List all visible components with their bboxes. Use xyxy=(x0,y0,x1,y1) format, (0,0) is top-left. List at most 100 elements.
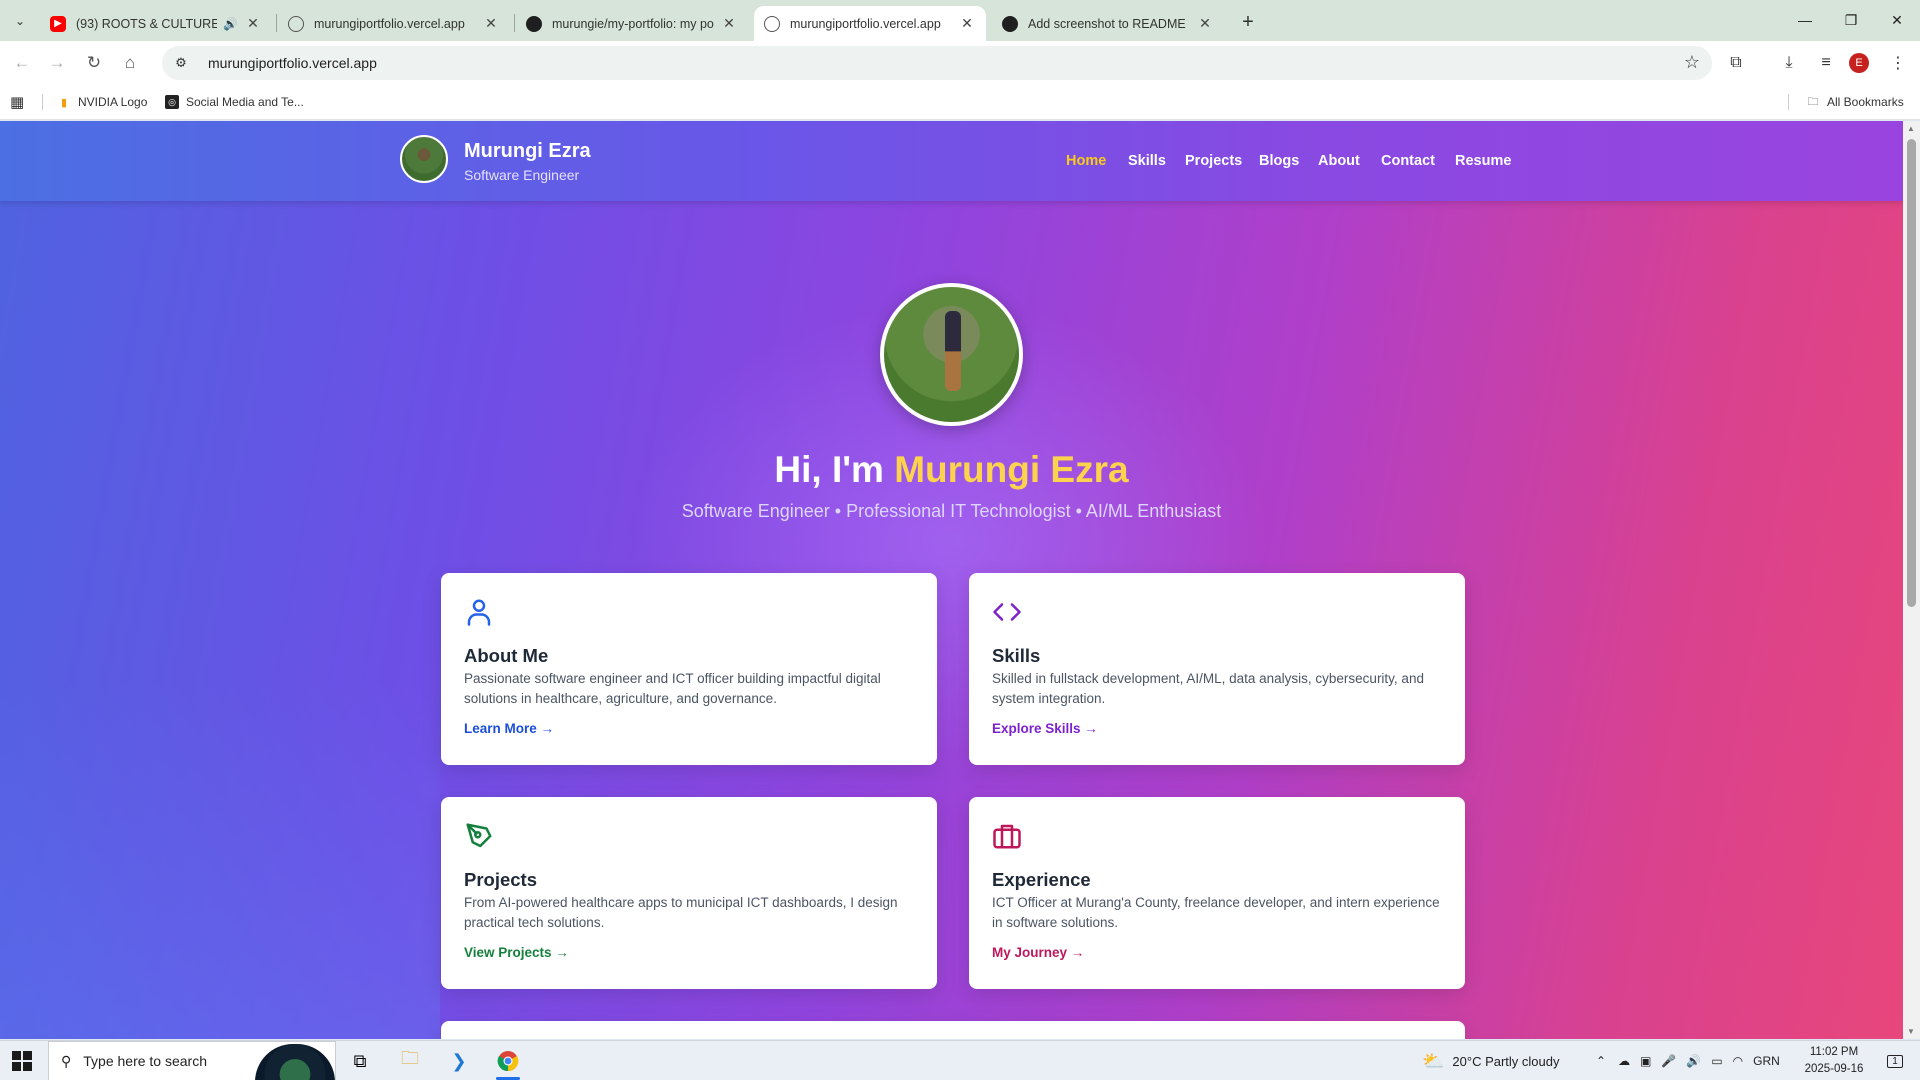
view-projects-link[interactable]: View Projects → xyxy=(464,945,569,960)
forward-arrow-icon[interactable]: → xyxy=(43,49,71,77)
weather-text: 20°C Partly cloudy xyxy=(1452,1053,1560,1069)
card-partial xyxy=(441,1021,1465,1039)
all-bookmarks[interactable]: 🗀 All Bookmarks xyxy=(1806,92,1904,112)
address-text[interactable]: murungiportfolio.vercel.app xyxy=(208,55,377,71)
window-close-icon[interactable]: ✕ xyxy=(1874,0,1920,40)
tab-youtube[interactable]: ▶ (93) ROOTS & CULTURE (D 🔊 ✕ xyxy=(40,6,272,41)
tab-title: murungiportfolio.vercel.app xyxy=(790,16,941,31)
bookmark-star-icon[interactable]: ☆ xyxy=(1684,52,1700,73)
logo-avatar[interactable] xyxy=(400,135,448,183)
menu-kebab-icon[interactable]: ⋮ xyxy=(1884,49,1912,77)
tab-github-repo[interactable]: murungie/my-portfolio: my por ✕ xyxy=(516,6,748,41)
bookmark-social-media[interactable]: ◎ Social Media and Te... xyxy=(165,92,304,112)
back-arrow-icon[interactable]: ← xyxy=(8,49,36,77)
scroll-up-icon[interactable]: ▲ xyxy=(1907,124,1915,133)
nav-home[interactable]: Home xyxy=(1066,153,1106,169)
nav-resume[interactable]: Resume xyxy=(1455,153,1511,169)
close-icon[interactable]: ✕ xyxy=(244,15,262,33)
profile-photo-person xyxy=(945,311,961,391)
onedrive-icon[interactable]: ☁ xyxy=(1618,1054,1630,1068)
profile-avatar[interactable]: E xyxy=(1849,53,1869,73)
site-info-icon[interactable]: ⚙ xyxy=(168,50,194,76)
page-scrollbar[interactable]: ▲ ▼ xyxy=(1903,121,1920,1039)
globe-icon xyxy=(288,15,304,32)
notification-center[interactable]: 1 xyxy=(1880,1041,1910,1080)
weather-widget[interactable]: ⛅ 20°C Partly cloudy xyxy=(1422,1041,1560,1080)
media-control-icon[interactable]: ≡ xyxy=(1812,49,1840,77)
card-description: Passionate software engineer and ICT off… xyxy=(464,671,881,706)
page-viewport: Murungi Ezra Software Engineer Home Skil… xyxy=(0,121,1920,1039)
tab-search-chevron-icon[interactable]: ⌄ xyxy=(8,9,32,33)
bookmark-label: NVIDIA Logo xyxy=(78,95,148,109)
language-indicator[interactable]: GRN xyxy=(1753,1054,1780,1068)
card-title: About Me xyxy=(464,645,549,666)
tab-strip: ⌄ ▶ (93) ROOTS & CULTURE (D 🔊 ✕ murungip… xyxy=(0,0,1920,41)
tab-portfolio[interactable]: murungiportfolio.vercel.app ✕ xyxy=(278,6,510,41)
reload-icon[interactable]: ↻ xyxy=(80,49,108,77)
tab-title: murungie/my-portfolio: my por xyxy=(552,16,714,31)
apps-grid-icon[interactable]: ▦ xyxy=(10,92,24,112)
nav-about[interactable]: About xyxy=(1318,153,1360,169)
card-about: About Me Passionate software engineer an… xyxy=(441,573,937,765)
address-bar[interactable]: ⚙ murungiportfolio.vercel.app ☆ xyxy=(162,46,1712,80)
chrome-logo xyxy=(497,1051,519,1072)
partly-cloudy-icon: ⛅ xyxy=(1422,1050,1445,1071)
card-experience: Experience ICT Officer at Murang'a Count… xyxy=(969,797,1465,989)
hero-greeting: Hi, I'm xyxy=(774,449,895,490)
task-view-icon[interactable]: ⧉ xyxy=(340,1045,380,1077)
microphone-icon[interactable]: 🎤 xyxy=(1661,1054,1676,1068)
bookmarks-bar: ▦ ▮ NVIDIA Logo ◎ Social Media and Te...… xyxy=(0,84,1920,120)
hero-name: Murungi Ezra xyxy=(894,449,1129,490)
file-explorer-icon[interactable]: 🗀 xyxy=(390,1045,430,1077)
tab-portfolio-active[interactable]: murungiportfolio.vercel.app ✕ xyxy=(754,6,986,41)
close-icon[interactable]: ✕ xyxy=(1196,15,1214,33)
card-title: Experience xyxy=(992,869,1091,890)
folder-icon: 🗀 xyxy=(1807,95,1819,108)
chevron-up-icon[interactable]: ⌃ xyxy=(1596,1054,1606,1068)
nav-contact[interactable]: Contact xyxy=(1381,153,1435,169)
speaker-icon[interactable]: 🔊 xyxy=(223,17,238,31)
tab-github-readme[interactable]: Add screenshot to README ✕ xyxy=(992,6,1224,41)
scroll-down-icon[interactable]: ▼ xyxy=(1907,1027,1915,1036)
restore-icon[interactable]: ❐ xyxy=(1828,0,1874,40)
tab-divider xyxy=(514,14,515,32)
close-icon[interactable]: ✕ xyxy=(720,15,738,33)
clock-date: 2025-09-16 xyxy=(1804,1063,1864,1075)
vscode-icon[interactable]: ❯ xyxy=(439,1045,479,1077)
taskbar-search[interactable]: ⚲ Type here to search xyxy=(48,1041,336,1080)
close-icon[interactable]: ✕ xyxy=(482,15,500,33)
extensions-icon[interactable]: ⧉ xyxy=(1722,49,1750,77)
nav-projects[interactable]: Projects xyxy=(1185,153,1242,169)
pen-tool-icon xyxy=(466,823,492,848)
card-description: ICT Officer at Murang'a County, freelanc… xyxy=(992,895,1440,930)
new-tab-button[interactable]: + xyxy=(1234,8,1262,36)
wifi-icon[interactable]: ◠ xyxy=(1733,1054,1743,1068)
download-icon[interactable]: ⤓ xyxy=(1775,49,1803,77)
windows-start-icon[interactable] xyxy=(12,1051,32,1071)
user-icon xyxy=(467,599,491,626)
meet-icon[interactable]: ▣ xyxy=(1640,1054,1651,1068)
youtube-icon: ▶ xyxy=(50,15,66,32)
home-icon[interactable]: ⌂ xyxy=(116,49,144,77)
clock[interactable]: 11:02 PM 2025-09-16 xyxy=(1796,1044,1872,1078)
battery-icon[interactable]: ▭ xyxy=(1711,1054,1722,1068)
minimize-icon[interactable]: — xyxy=(1782,0,1828,40)
brand-name[interactable]: Murungi Ezra xyxy=(464,140,591,163)
bookmark-divider xyxy=(1788,94,1789,110)
my-journey-link[interactable]: My Journey → xyxy=(992,945,1084,960)
bookmark-nvidia[interactable]: ▮ NVIDIA Logo xyxy=(57,92,147,112)
profile-photo xyxy=(880,283,1023,426)
chrome-icon[interactable] xyxy=(488,1045,528,1080)
scrollbar-thumb[interactable] xyxy=(1907,139,1916,607)
explore-skills-link[interactable]: Explore Skills → xyxy=(992,721,1098,736)
close-icon[interactable]: ✕ xyxy=(958,15,976,33)
background-shade xyxy=(0,681,440,1039)
nav-skills[interactable]: Skills xyxy=(1128,153,1166,169)
notification-count-badge: 1 xyxy=(1887,1054,1903,1068)
tab-title: (93) ROOTS & CULTURE (D xyxy=(76,16,218,31)
learn-more-link[interactable]: Learn More → xyxy=(464,721,554,736)
nav-blogs[interactable]: Blogs xyxy=(1259,153,1299,169)
volume-icon[interactable]: 🔊 xyxy=(1686,1054,1701,1068)
taskbar: ⚲ Type here to search ⧉ 🗀 ❯ ⛅ 20°C Partl… xyxy=(0,1040,1920,1080)
card-projects: Projects From AI-powered healthcare apps… xyxy=(441,797,937,989)
